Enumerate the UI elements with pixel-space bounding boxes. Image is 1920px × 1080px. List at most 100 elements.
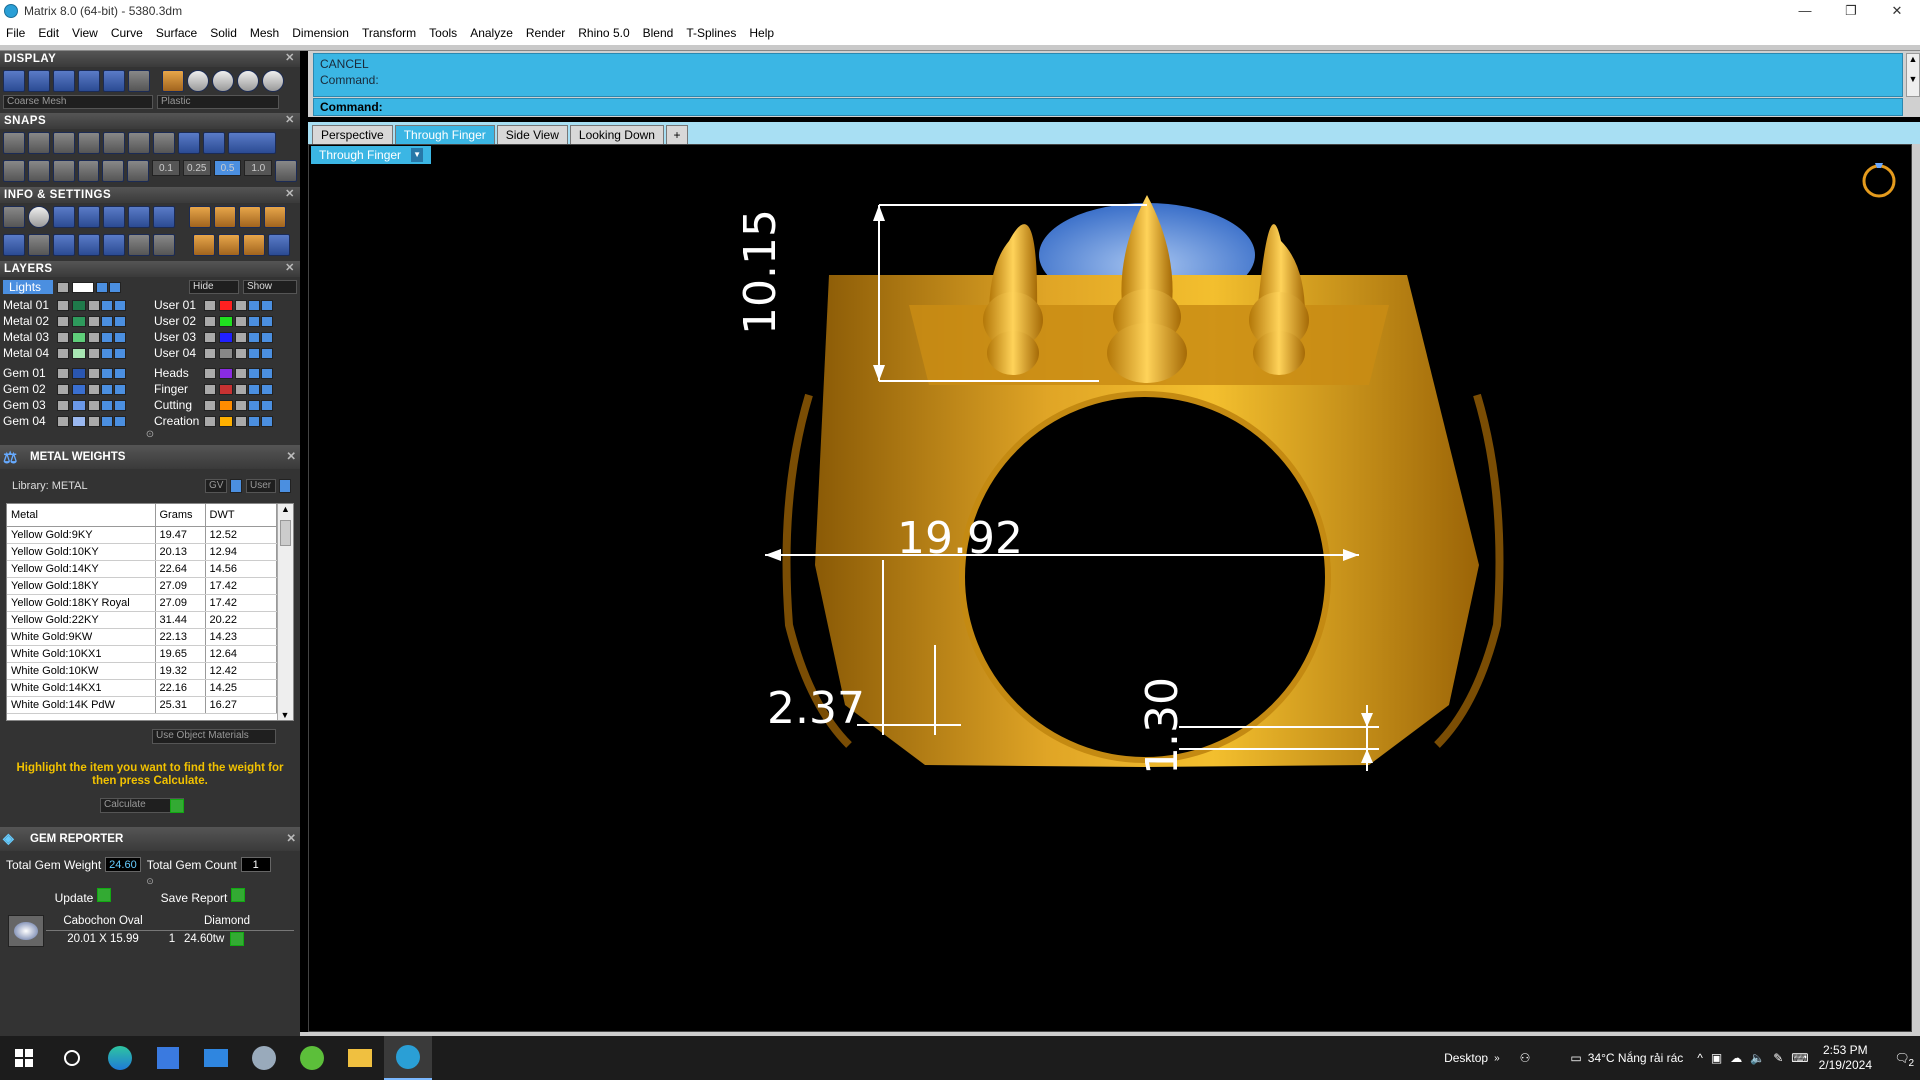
expand-toggle[interactable] xyxy=(204,347,216,359)
expand-toggle[interactable] xyxy=(57,331,69,343)
layer-color-swatch[interactable] xyxy=(72,367,86,379)
layer-color-swatch[interactable] xyxy=(72,415,86,427)
lock-icon[interactable] xyxy=(235,347,247,359)
visibility-toggle[interactable] xyxy=(248,399,260,411)
layer-color-swatch[interactable] xyxy=(72,383,86,395)
visibility-toggle[interactable] xyxy=(101,367,113,379)
expand-toggle[interactable] xyxy=(204,383,216,395)
expand-toggle[interactable] xyxy=(57,399,69,411)
current-toggle[interactable] xyxy=(114,399,126,411)
lock-icon[interactable] xyxy=(88,415,100,427)
edit-icon[interactable] xyxy=(128,206,150,228)
note-icon[interactable] xyxy=(153,234,175,256)
snap-value-1[interactable]: 0.1 xyxy=(152,160,180,176)
panel-icon[interactable] xyxy=(78,234,100,256)
layer-row[interactable]: User 03 xyxy=(150,330,297,344)
gv-toggle[interactable] xyxy=(230,479,242,493)
tab-side-view[interactable]: Side View xyxy=(496,125,568,144)
layer-color-swatch[interactable] xyxy=(72,347,86,359)
expand-toggle[interactable] xyxy=(57,367,69,379)
wireframe-icon[interactable] xyxy=(3,70,25,92)
layer-name[interactable]: Gem 01 xyxy=(3,366,57,380)
mesh-select[interactable]: Coarse Mesh xyxy=(3,95,153,109)
table-row[interactable]: Yellow Gold:18KY 27.09 17.42 xyxy=(7,577,277,595)
visibility-toggle[interactable] xyxy=(248,315,260,327)
lock-icon[interactable] xyxy=(88,383,100,395)
close-button[interactable]: ✕ xyxy=(1874,0,1920,21)
layer-icon[interactable] xyxy=(53,206,75,228)
layer-color-swatch[interactable] xyxy=(219,399,233,411)
current-toggle[interactable] xyxy=(261,399,273,411)
current-toggle[interactable] xyxy=(261,331,273,343)
layer-name[interactable]: Gem 03 xyxy=(3,398,57,412)
layer-name[interactable]: Metal 01 xyxy=(3,298,57,312)
ring-orientation-icon[interactable] xyxy=(1859,153,1899,201)
snap-grid-icon[interactable] xyxy=(178,132,200,154)
layer-name[interactable]: Gem 02 xyxy=(3,382,57,396)
layer-color-swatch[interactable] xyxy=(219,347,233,359)
layer-name[interactable]: Heads xyxy=(150,366,204,380)
views-icon[interactable] xyxy=(3,234,25,256)
menu-analyze[interactable]: Analyze xyxy=(470,26,513,40)
expand-toggle[interactable] xyxy=(57,315,69,327)
shaded-icon[interactable] xyxy=(53,70,75,92)
lock-icon[interactable] xyxy=(235,367,247,379)
snap-value-3[interactable]: 0.5 xyxy=(213,160,242,176)
layer-row[interactable]: Creation xyxy=(150,414,297,428)
lock-icon[interactable] xyxy=(88,315,100,327)
keyboard-icon[interactable]: ⌨ xyxy=(1791,1051,1808,1065)
visibility-toggle[interactable] xyxy=(101,315,113,327)
layer-row[interactable]: Gem 03 xyxy=(3,398,150,412)
expand-toggle[interactable] xyxy=(57,415,69,427)
gem-tool-icon[interactable] xyxy=(189,206,211,228)
menu-tsplines[interactable]: T-Splines xyxy=(686,26,736,40)
layer-color-swatch[interactable] xyxy=(219,415,233,427)
close-icon[interactable]: ✕ xyxy=(284,188,296,200)
cube-icon[interactable] xyxy=(153,206,175,228)
menu-dimension[interactable]: Dimension xyxy=(292,26,349,40)
people-icon[interactable]: ⚇ xyxy=(1520,1051,1531,1065)
layer-row[interactable]: Metal 01 xyxy=(3,298,150,312)
lock-icon[interactable] xyxy=(235,383,247,395)
menu-curve[interactable]: Curve xyxy=(111,26,143,40)
expand-toggle[interactable] xyxy=(204,331,216,343)
expand-toggle[interactable] xyxy=(204,415,216,427)
layer-name[interactable]: User 03 xyxy=(150,330,204,344)
explorer-app[interactable] xyxy=(336,1036,384,1080)
table-row[interactable]: White Gold:10KX1 19.65 12.64 xyxy=(7,645,277,663)
lock-icon[interactable] xyxy=(235,315,247,327)
layer-name[interactable]: Finger xyxy=(150,382,204,396)
expand-toggle[interactable] xyxy=(57,299,69,311)
layer-name[interactable]: User 01 xyxy=(150,298,204,312)
network-icon[interactable]: ▣ xyxy=(1711,1051,1722,1065)
light-3-icon[interactable] xyxy=(237,70,259,92)
desktop-toolbar[interactable]: Desktop xyxy=(1444,1051,1488,1065)
layer-color-swatch[interactable] xyxy=(219,331,233,343)
lights-layer[interactable]: Lights xyxy=(3,280,53,294)
visibility-toggle[interactable] xyxy=(101,383,113,395)
layer-name[interactable]: Cutting xyxy=(150,398,204,412)
menu-transform[interactable]: Transform xyxy=(362,26,416,40)
zoom-icon[interactable] xyxy=(28,206,50,228)
matrix-app[interactable] xyxy=(384,1036,432,1080)
layer-row[interactable]: Metal 02 xyxy=(3,314,150,328)
current-toggle[interactable] xyxy=(261,415,273,427)
box-icon[interactable] xyxy=(78,206,100,228)
collapse-handle[interactable]: ⊙ xyxy=(0,876,300,886)
menu-file[interactable]: File xyxy=(6,26,25,40)
visibility-toggle[interactable] xyxy=(248,415,260,427)
light-4-icon[interactable] xyxy=(262,70,284,92)
current-toggle[interactable] xyxy=(114,383,126,395)
layer-name[interactable]: Metal 04 xyxy=(3,346,57,360)
layer-row[interactable]: Gem 02 xyxy=(3,382,150,396)
grid-icon[interactable] xyxy=(275,160,298,182)
layer-row[interactable]: Finger xyxy=(150,382,297,396)
snap-vertex-icon[interactable] xyxy=(52,160,75,182)
edge-app[interactable] xyxy=(96,1036,144,1080)
layer-name[interactable]: Gem 04 xyxy=(3,414,57,428)
visibility-toggle[interactable] xyxy=(101,299,113,311)
table-row[interactable]: White Gold:10KW 19.32 12.42 xyxy=(7,662,277,680)
use-object-materials[interactable]: Use Object Materials xyxy=(152,729,276,744)
tab-through-finger[interactable]: Through Finger xyxy=(394,125,495,144)
layer-row[interactable]: Gem 01 xyxy=(3,366,150,380)
